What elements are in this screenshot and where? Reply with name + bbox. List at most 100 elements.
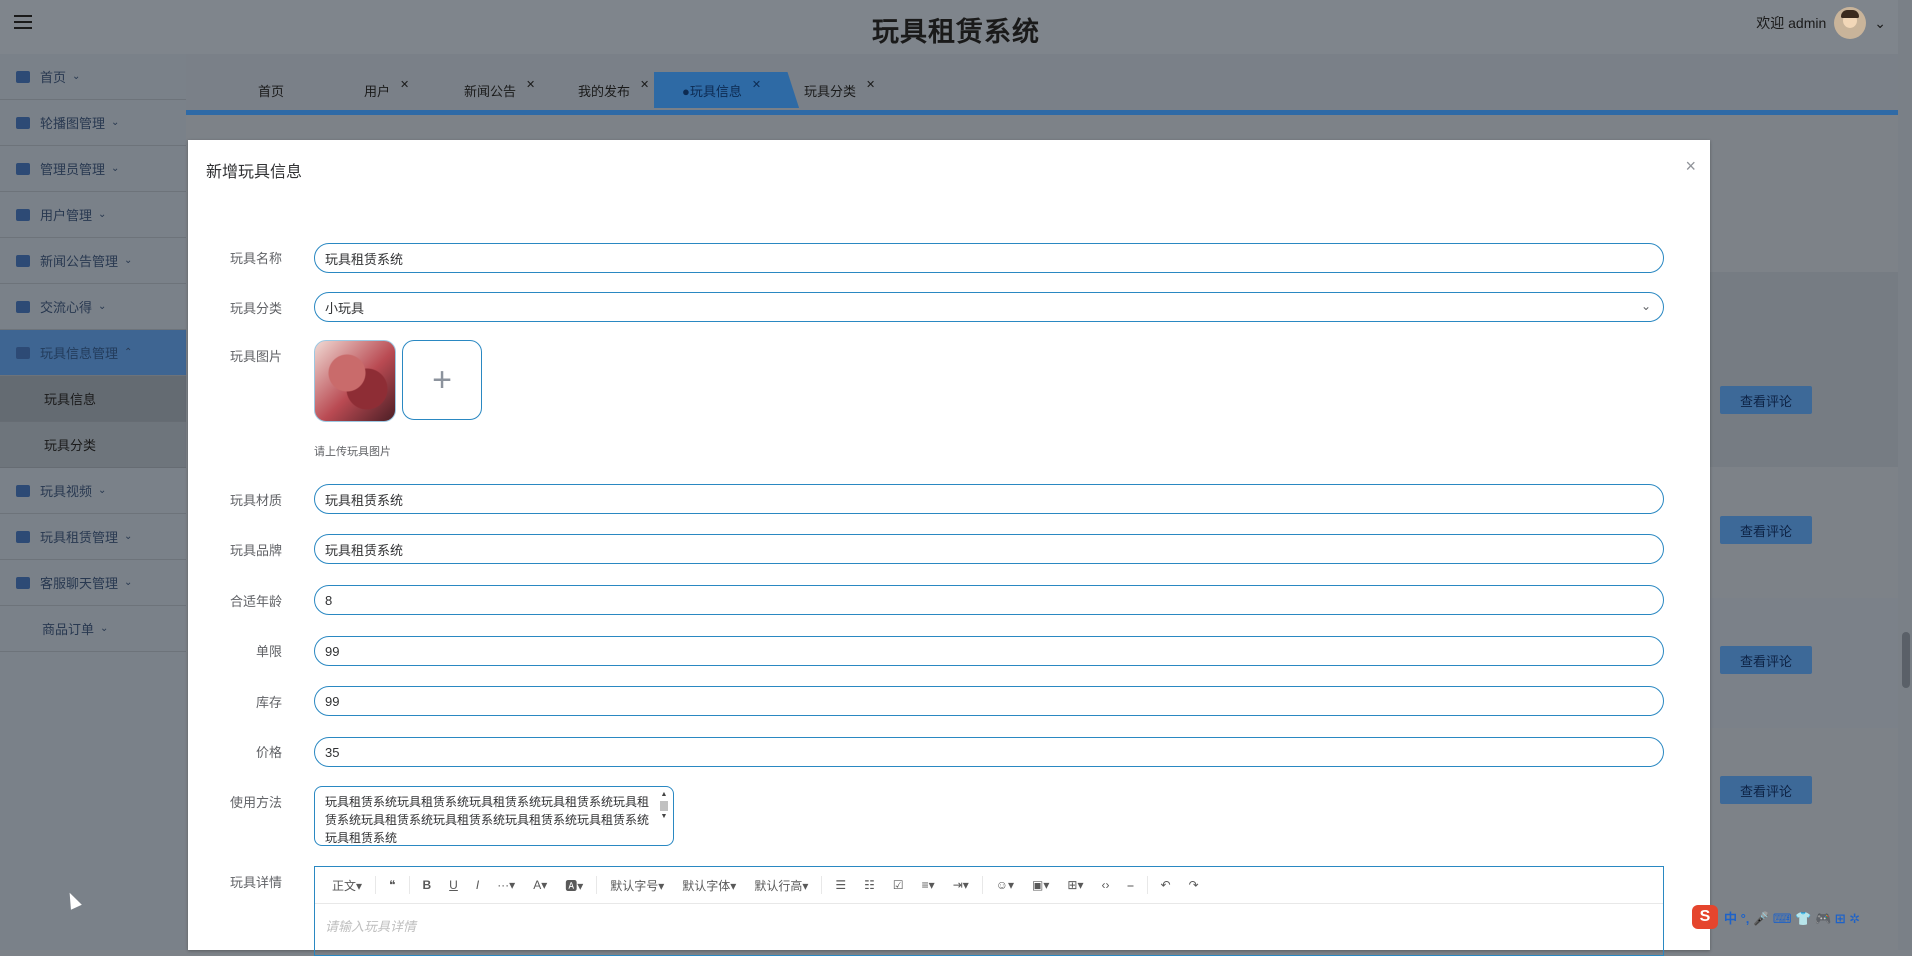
sidebar-item-toy-video[interactable]: 玩具视频 ⌄ (0, 468, 186, 514)
tab-home[interactable]: 首页 (258, 72, 284, 108)
more-icon[interactable]: ···▾ (488, 878, 524, 892)
label-usage: 使用方法 (229, 795, 282, 810)
app-title: 玩具租赁系统 (872, 17, 1040, 47)
toolbar-divider (1146, 876, 1148, 894)
avatar[interactable] (1834, 7, 1867, 39)
sidebar-item-users[interactable]: 用户管理 ⌄ (0, 192, 186, 238)
toy-category-select[interactable]: 小玩具 ⌄ (314, 292, 1664, 322)
bold-icon[interactable]: B (414, 878, 441, 892)
numbered-list-icon[interactable]: ☷ (855, 878, 884, 892)
tab-toy-category[interactable]: 玩具分类 ✕ (804, 72, 875, 108)
close-icon[interactable]: × (1685, 156, 1696, 177)
font-family-select[interactable]: 默认字体▾ (673, 877, 745, 894)
align-icon[interactable]: ≡▾ (913, 878, 944, 892)
close-icon[interactable]: ✕ (752, 78, 761, 91)
home-icon (16, 70, 30, 83)
stock-input[interactable]: 99 (314, 686, 1664, 716)
limit-input[interactable]: 99 (314, 636, 1664, 666)
tab-toy-info[interactable]: ●玩具信息 ✕ (654, 72, 800, 108)
price-input[interactable]: 35 (314, 737, 1664, 767)
sidebar-item-toy-info-manage[interactable]: 玩具信息管理 ⌃ (0, 330, 186, 376)
sidebar-item-orders[interactable]: 商品订单 ⌄ (0, 606, 186, 652)
video-icon (16, 484, 30, 497)
toy-material-input[interactable]: 玩具租赁系统 (314, 484, 1664, 514)
chevron-down-icon: ⌄ (111, 117, 120, 128)
close-icon[interactable]: ✕ (866, 78, 875, 91)
italic-icon[interactable]: I (467, 878, 488, 892)
sidebar-item-admin[interactable]: 管理员管理 ⌄ (0, 146, 186, 192)
redo-icon[interactable]: ↷ (1180, 878, 1208, 892)
upload-add-button[interactable]: + (402, 340, 482, 420)
divider-line-icon[interactable]: ⎯ (1119, 878, 1143, 893)
label-stock: 库存 (255, 695, 282, 710)
quote-icon[interactable]: ❝ (380, 878, 404, 892)
chevron-down-icon: ⌄ (124, 255, 133, 266)
view-comments-button[interactable]: 查看评论 (1720, 646, 1812, 674)
sidebar-item-service-chat[interactable]: 客服聊天管理 ⌄ (0, 560, 186, 606)
scrollbar-thumb[interactable] (660, 801, 668, 811)
scroll-down-icon[interactable]: ▼ (659, 813, 669, 821)
close-icon[interactable]: ✕ (526, 78, 535, 91)
sidebar-subitem-toy-category[interactable]: 玩具分类 (0, 422, 186, 468)
field-value: 玩具租赁系统 (325, 251, 404, 267)
underline-icon[interactable]: U (440, 878, 467, 892)
page-scrollbar[interactable] (1898, 0, 1912, 950)
sidebar-item-label: 轮播图管理 (40, 116, 106, 131)
tab-label: 我的发布 (578, 83, 631, 99)
view-comments-button[interactable]: 查看评论 (1720, 776, 1812, 804)
font-size-select[interactable]: 默认字号▾ (601, 877, 673, 894)
label-toy-category: 玩具分类 (229, 301, 282, 316)
ime-toolbar[interactable]: S 中 °, 🎤 ⌨ 👕 🎮 ⊞ ✲ (1692, 904, 1912, 930)
scrollbar-thumb[interactable] (1902, 632, 1910, 688)
admin-icon (16, 162, 30, 175)
view-comments-button[interactable]: 查看评论 (1720, 516, 1812, 544)
todo-icon[interactable]: ☑ (884, 878, 913, 892)
sidebar-item-exchange[interactable]: 交流心得 ⌄ (0, 284, 186, 330)
sidebar-subitem-toy-info[interactable]: 玩具信息 (0, 376, 186, 422)
background-color-icon[interactable]: 🅰▾ (556, 877, 592, 894)
close-icon[interactable]: ✕ (640, 78, 649, 91)
toy-brand-input[interactable]: 玩具租赁系统 (314, 534, 1664, 564)
sidebar-item-home[interactable]: 首页 ⌄ (0, 54, 186, 100)
sidebar-item-toy-rent[interactable]: 玩具租赁管理 ⌄ (0, 514, 186, 560)
usage-textarea[interactable]: 玩具租赁系统玩具租赁系统玩具租赁系统玩具租赁系统玩具租赁系统玩具租赁系统玩具租赁… (314, 786, 674, 846)
sidebar: 首页 ⌄ 轮播图管理 ⌄ 管理员管理 ⌄ 用户管理 ⌄ 新闻公告管理 ⌄ 交流心得 ⌄ 玩具… (0, 54, 186, 950)
uploaded-toy-image[interactable] (314, 340, 396, 422)
image-icon[interactable]: ▣▾ (1023, 878, 1058, 892)
paragraph-format-select[interactable]: 正文▾ (323, 877, 371, 894)
tab-my-posts[interactable]: 我的发布 ✕ (578, 72, 649, 108)
field-value: 玩具租赁系统 (325, 492, 404, 508)
code-icon[interactable]: ‹› (1093, 878, 1119, 892)
indent-icon[interactable]: ⇥▾ (944, 878, 978, 892)
tab-label: 用户 (364, 83, 391, 99)
bulleted-list-icon[interactable]: ☰ (826, 878, 855, 892)
undo-icon[interactable]: ↶ (1152, 878, 1180, 892)
chevron-down-icon: ⌄ (124, 577, 133, 588)
ime-icons[interactable]: 中 °, 🎤 ⌨ 👕 🎮 ⊞ ✲ (1724, 908, 1860, 927)
toy-name-input[interactable]: 玩具租赁系统 (314, 243, 1664, 273)
tab-label: 玩具分类 (804, 83, 857, 99)
age-input[interactable]: 8 (314, 585, 1664, 615)
view-comments-button[interactable]: 查看评论 (1720, 386, 1812, 414)
rich-text-editor[interactable]: 正文▾ ❝ B U I ···▾ A▾ 🅰▾ 默认字号▾ 默认字体▾ 默认行高▾… (314, 866, 1664, 956)
scroll-up-icon[interactable]: ▲ (659, 791, 669, 799)
line-height-select[interactable]: 默认行高▾ (745, 877, 817, 894)
sidebar-item-carousel[interactable]: 轮播图管理 ⌄ (0, 100, 186, 146)
user-menu[interactable]: 欢迎 admin ⌄ (1756, 7, 1886, 39)
sidebar-item-label: 玩具租赁管理 (40, 530, 119, 545)
tab-news[interactable]: 新闻公告 ✕ (464, 72, 535, 108)
tab-users[interactable]: 用户 ✕ (364, 72, 409, 108)
table-icon[interactable]: ⊞▾ (1058, 878, 1092, 892)
close-icon[interactable]: ✕ (400, 78, 409, 91)
chevron-down-icon[interactable]: ⌄ (1874, 15, 1886, 32)
emoji-icon[interactable]: ☺▾ (987, 878, 1023, 892)
chevron-down-icon: ⌄ (98, 301, 107, 312)
editor-placeholder[interactable]: 请输入玩具详情 (315, 904, 1663, 947)
font-color-icon[interactable]: A▾ (524, 878, 556, 892)
sidebar-item-news[interactable]: 新闻公告管理 ⌄ (0, 238, 186, 284)
field-value: 玩具租赁系统玩具租赁系统玩具租赁系统玩具租赁系统玩具租赁系统玩具租赁系统玩具租赁… (325, 795, 650, 845)
sogou-logo-icon[interactable]: S (1692, 905, 1718, 929)
service-icon (16, 576, 30, 589)
textarea-scrollbar[interactable]: ▲ ▼ (659, 791, 669, 841)
chevron-down-icon: ⌄ (124, 531, 133, 542)
